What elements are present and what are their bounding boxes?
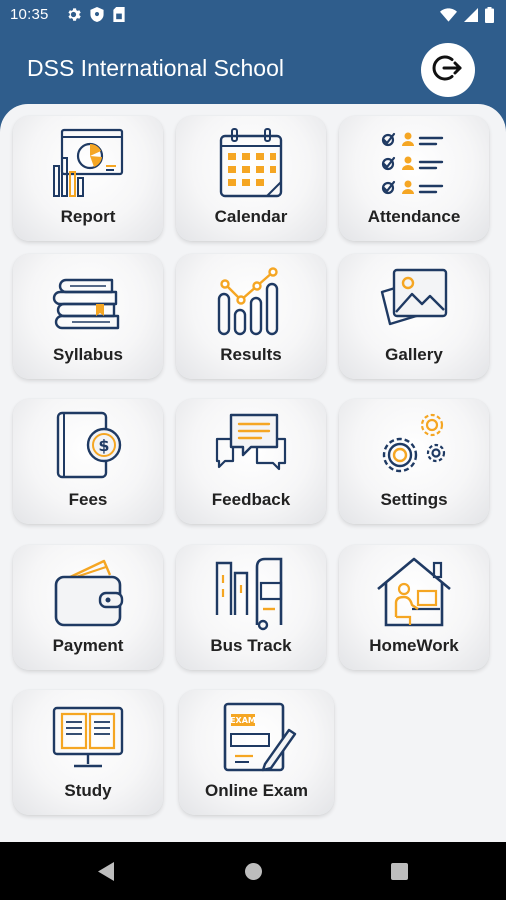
tile-results[interactable]: Results bbox=[176, 254, 326, 379]
feedback-icon bbox=[211, 409, 291, 485]
tile-gallery[interactable]: Gallery bbox=[339, 254, 489, 379]
tile-online-exam[interactable]: EXAM Online Exam bbox=[179, 690, 334, 815]
tile-label: Report bbox=[60, 207, 116, 226]
tile-label: Payment bbox=[52, 636, 124, 655]
status-bar: 10:35 bbox=[0, 0, 506, 32]
tile-study[interactable]: Study bbox=[13, 690, 163, 815]
bus-track-icon bbox=[211, 555, 291, 631]
settings-icon bbox=[374, 409, 454, 485]
shield-status-icon bbox=[90, 7, 104, 27]
tile-settings[interactable]: Settings bbox=[339, 399, 489, 524]
system-nav-bar bbox=[0, 842, 506, 900]
back-icon[interactable] bbox=[98, 862, 114, 886]
home-icon[interactable] bbox=[245, 863, 262, 880]
results-icon bbox=[211, 264, 291, 340]
logout-button[interactable] bbox=[421, 43, 475, 97]
tile-label: Attendance bbox=[367, 207, 461, 226]
app-title: DSS International School bbox=[27, 55, 284, 81]
tile-fees[interactable]: $ Fees bbox=[13, 399, 163, 524]
wifi-icon bbox=[440, 8, 457, 27]
tile-syllabus[interactable]: Syllabus bbox=[13, 254, 163, 379]
dashboard-grid: Report Calendar Attendance Syllabus Resu… bbox=[0, 104, 506, 842]
study-icon bbox=[48, 700, 128, 776]
tile-feedback[interactable]: Feedback bbox=[176, 399, 326, 524]
homework-icon bbox=[374, 555, 454, 631]
tile-report[interactable]: Report bbox=[13, 116, 163, 241]
status-time: 10:35 bbox=[10, 6, 49, 23]
tile-label: Feedback bbox=[211, 490, 291, 509]
tile-label: Syllabus bbox=[53, 345, 123, 364]
recents-icon[interactable] bbox=[391, 863, 408, 880]
tile-homework[interactable]: HomeWork bbox=[339, 545, 489, 670]
tile-label: Bus Track bbox=[210, 636, 292, 655]
tile-label: HomeWork bbox=[369, 636, 459, 655]
tile-payment[interactable]: Payment bbox=[13, 545, 163, 670]
tile-attendance[interactable]: Attendance bbox=[339, 116, 489, 241]
logout-icon bbox=[431, 51, 465, 90]
syllabus-icon bbox=[48, 264, 128, 340]
app-bar: DSS International School bbox=[0, 32, 506, 112]
calendar-icon bbox=[211, 126, 291, 202]
fees-icon: $ bbox=[48, 409, 128, 485]
report-icon bbox=[48, 126, 128, 202]
online-exam-icon: EXAM bbox=[217, 700, 297, 776]
svg-text:$: $ bbox=[98, 436, 109, 455]
gallery-icon bbox=[374, 264, 454, 340]
tile-label: Online Exam bbox=[205, 781, 308, 800]
tile-label: Calendar bbox=[214, 207, 288, 226]
tile-calendar[interactable]: Calendar bbox=[176, 116, 326, 241]
exam-sticker-text: EXAM bbox=[230, 716, 256, 725]
attendance-icon bbox=[374, 126, 454, 202]
tile-label: Fees bbox=[68, 490, 108, 509]
tile-bus-track[interactable]: Bus Track bbox=[176, 545, 326, 670]
payment-icon bbox=[48, 555, 128, 631]
cellular-signal-icon bbox=[464, 8, 478, 27]
tile-label: Results bbox=[220, 345, 282, 364]
tile-label: Study bbox=[64, 781, 112, 800]
settings-gear-status-icon bbox=[66, 7, 81, 27]
tile-label: Settings bbox=[380, 490, 448, 509]
sim-card-status-icon bbox=[113, 7, 125, 27]
tile-label: Gallery bbox=[385, 345, 443, 364]
battery-icon bbox=[485, 7, 494, 28]
